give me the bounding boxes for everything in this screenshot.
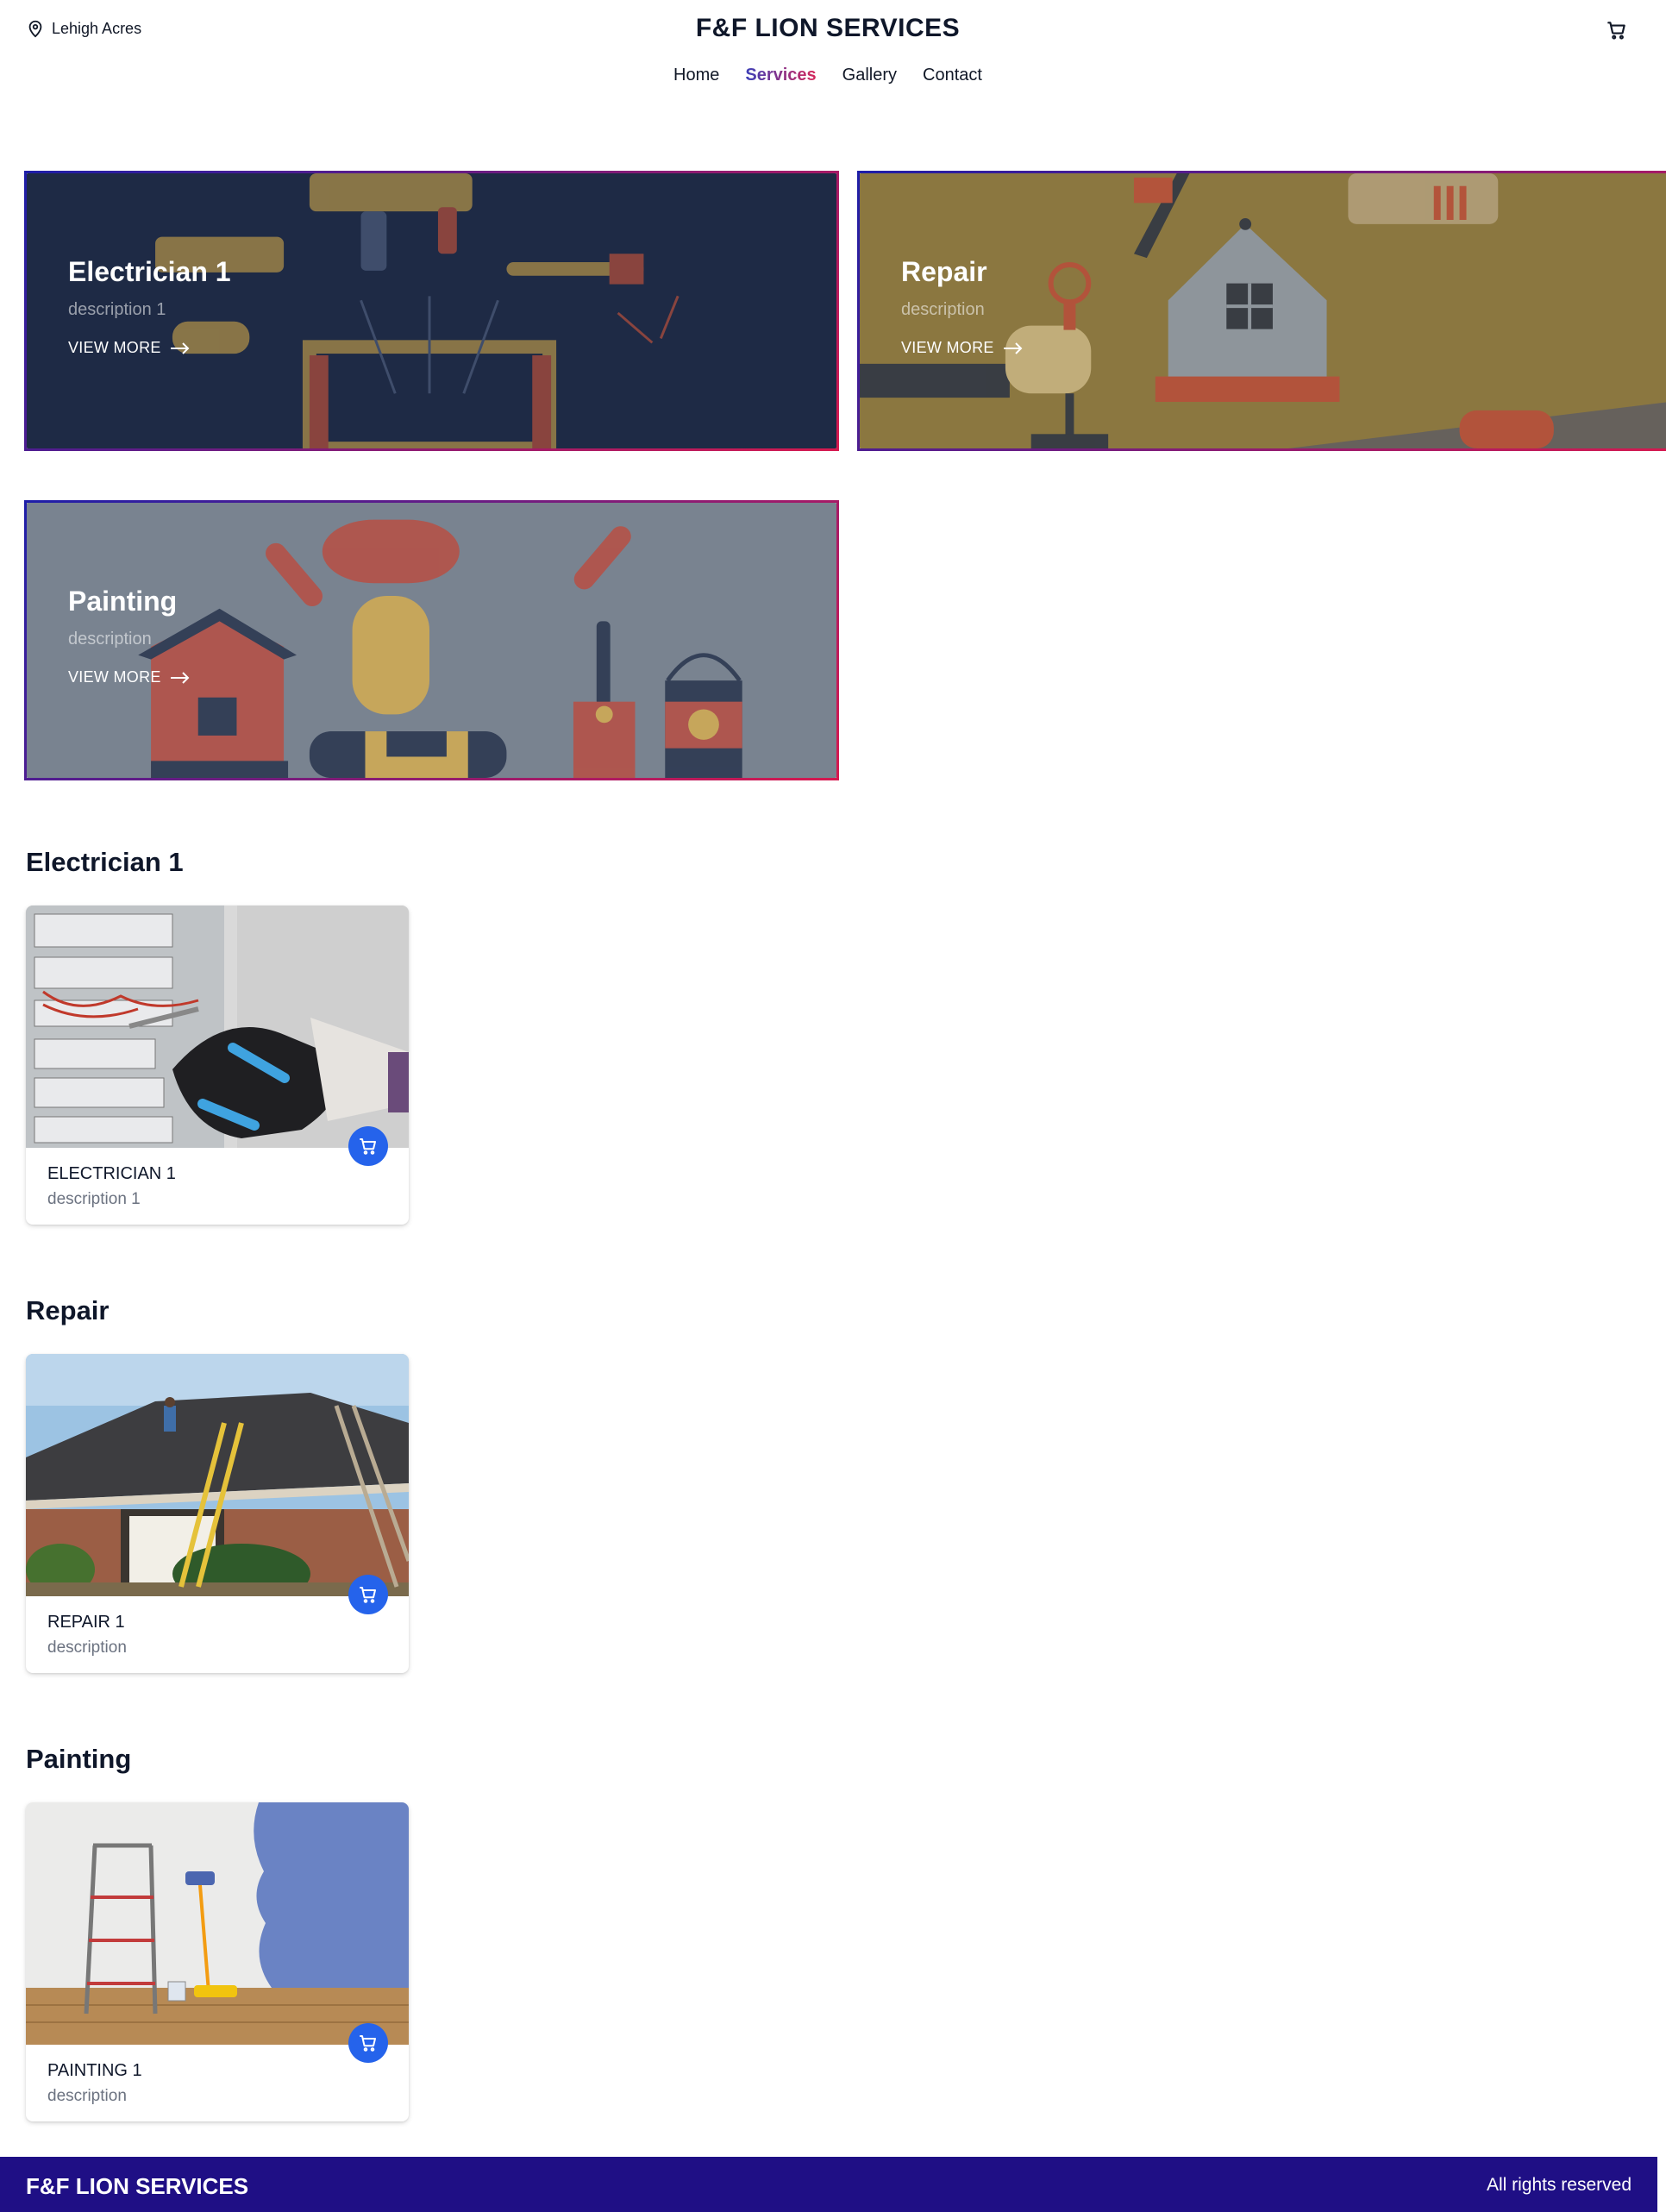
roof-repair-photo	[26, 1354, 409, 1596]
banner-text: Electrician 1 description 1 VIEW MORE	[68, 256, 231, 357]
card-title: REPAIR 1	[47, 1613, 125, 1632]
cart-icon	[360, 2035, 376, 2052]
view-more-link[interactable]: VIEW MORE	[68, 339, 231, 357]
add-to-cart-button[interactable]	[348, 2023, 388, 2063]
cart-icon	[360, 1587, 376, 1603]
site-brand[interactable]: F&F LION SERVICES	[0, 14, 1656, 43]
banner-description: description 1	[68, 300, 166, 319]
banner-title: Repair	[901, 256, 987, 287]
card-title: ELECTRICIAN 1	[47, 1164, 176, 1183]
top-bar: Lehigh Acres F&F LION SERVICES	[0, 0, 1666, 60]
banner-description: description	[901, 300, 985, 319]
arrow-right-icon	[170, 342, 190, 354]
wall-painting-photo	[26, 1802, 409, 2045]
card-image	[26, 1802, 409, 2045]
section-title-repair: Repair	[26, 1295, 110, 1325]
card-image	[26, 1354, 409, 1596]
arrow-right-icon	[170, 671, 190, 684]
electrical-panel-photo	[26, 905, 409, 1148]
service-card-electrician[interactable]: ELECTRICIAN 1 description 1	[26, 905, 409, 1225]
banner-painting[interactable]: Painting description VIEW MORE	[24, 500, 839, 780]
arrow-right-icon	[1003, 342, 1023, 354]
service-card-painting[interactable]: PAINTING 1 description	[26, 1802, 409, 2121]
footer-brand[interactable]: F&F LION SERVICES	[26, 2173, 248, 2200]
card-title: PAINTING 1	[47, 2061, 142, 2080]
nav-services[interactable]: Services	[745, 66, 816, 85]
site-footer: F&F LION SERVICES All rights reserved	[0, 2157, 1657, 2212]
add-to-cart-button[interactable]	[348, 1575, 388, 1614]
view-more-link[interactable]: VIEW MORE	[901, 339, 1024, 357]
card-image	[26, 905, 409, 1148]
service-card-repair[interactable]: REPAIR 1 description	[26, 1354, 409, 1673]
banner-text: Painting description VIEW MORE	[68, 586, 191, 686]
cart-icon[interactable]	[1606, 19, 1628, 41]
banner-text: Repair description VIEW MORE	[901, 256, 1024, 357]
banner-repair[interactable]: Repair description VIEW MORE	[857, 171, 1666, 451]
nav-gallery[interactable]: Gallery	[842, 66, 897, 85]
nav-contact[interactable]: Contact	[923, 66, 982, 85]
cart-icon	[360, 1138, 376, 1155]
view-more-label: VIEW MORE	[901, 339, 994, 356]
banner-description: description	[68, 630, 152, 649]
view-more-link[interactable]: VIEW MORE	[68, 668, 191, 686]
nav-home[interactable]: Home	[673, 66, 719, 85]
section-title-electrician: Electrician 1	[26, 847, 184, 877]
view-more-label: VIEW MORE	[68, 668, 161, 686]
card-description: description 1	[47, 1190, 141, 1208]
section-title-painting: Painting	[26, 1744, 132, 1774]
view-more-label: VIEW MORE	[68, 339, 161, 356]
banner-title: Electrician 1	[68, 256, 231, 287]
add-to-cart-button[interactable]	[348, 1126, 388, 1166]
banner-title: Painting	[68, 586, 178, 617]
card-description: description	[47, 2087, 127, 2105]
footer-copyright: All rights reserved	[1486, 2175, 1632, 2195]
main-nav: Home Services Gallery Contact	[0, 66, 1656, 85]
banner-electrician[interactable]: Electrician 1 description 1 VIEW MORE	[24, 171, 839, 451]
card-description: description	[47, 1639, 127, 1657]
